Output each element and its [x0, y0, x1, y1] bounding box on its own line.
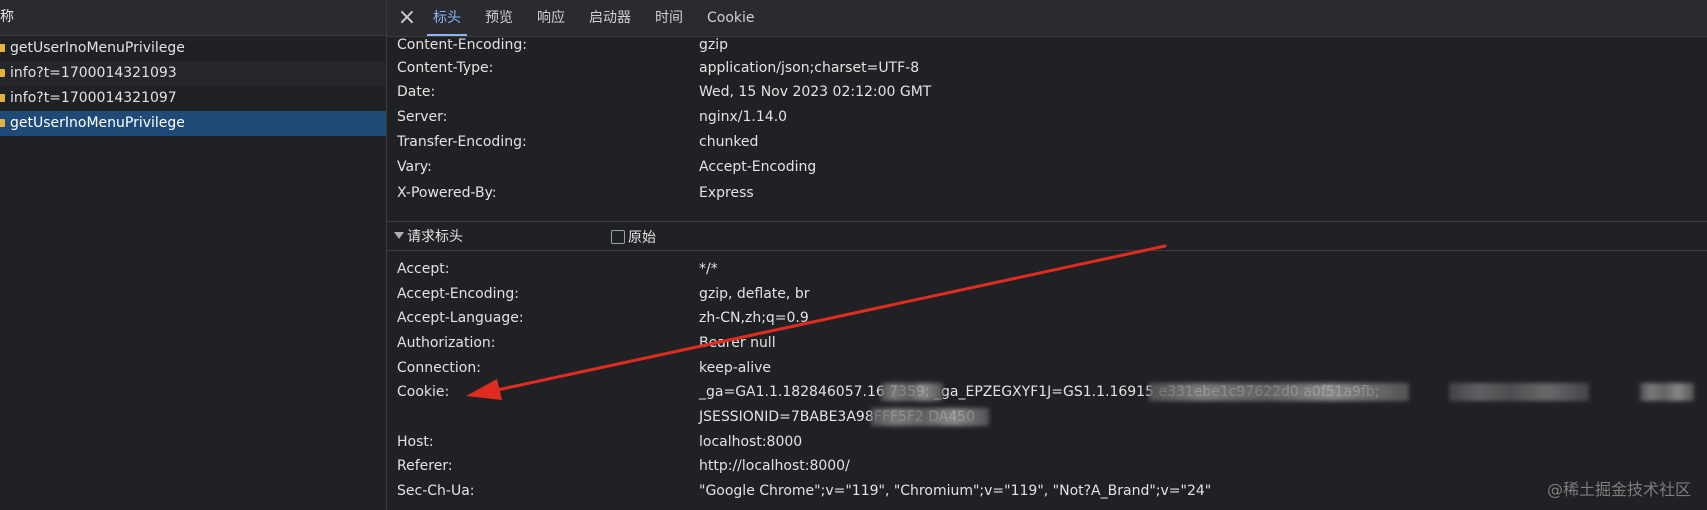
request-name: info?t=1700014321097	[10, 90, 177, 106]
header-name: Accept:	[397, 261, 450, 277]
header-value: localhost:8000	[699, 434, 803, 450]
header-value: nginx/1.14.0	[699, 109, 788, 125]
request-type-icon	[0, 69, 5, 77]
header-name: Sec-Ch-Ua:	[397, 483, 475, 499]
tab-preview[interactable]: 预览	[473, 0, 525, 36]
request-row[interactable]: getUserInoMenuPrivilege	[0, 36, 386, 61]
request-name: getUserInoMenuPrivilege	[10, 115, 185, 131]
header-name: Accept-Encoding:	[397, 286, 520, 302]
request-type-icon	[0, 94, 5, 102]
request-type-icon	[0, 44, 5, 52]
header-name: Vary:	[397, 159, 432, 175]
redaction-blur	[1449, 383, 1589, 401]
tab-timing[interactable]: 时间	[643, 0, 695, 36]
redaction-blur	[871, 408, 989, 426]
close-icon[interactable]: ×	[393, 4, 421, 32]
request-row[interactable]: info?t=1700014321093	[0, 61, 386, 86]
header-value: keep-alive	[699, 360, 772, 376]
section-title: 请求标头	[407, 229, 463, 245]
header-value: gzip, deflate, br	[699, 286, 810, 302]
redaction-blur	[1149, 383, 1409, 401]
header-value: Express	[699, 185, 754, 201]
raw-toggle[interactable]: 原始	[611, 227, 656, 247]
tab-headers[interactable]: 标头	[421, 0, 473, 36]
header-name: Content-Type:	[397, 60, 494, 76]
raw-checkbox[interactable]	[611, 230, 625, 244]
header-name: Referer:	[397, 458, 453, 474]
tab-response[interactable]: 响应	[525, 0, 577, 36]
header-value: chunked	[699, 134, 759, 150]
header-value: Accept-Encoding	[699, 159, 817, 175]
header-value: Wed, 15 Nov 2023 02:12:00 GMT	[699, 84, 932, 100]
request-headers-section-header[interactable]: 请求标头 原始	[387, 221, 1707, 251]
header-value: http://localhost:8000/	[699, 458, 850, 474]
request-row[interactable]: info?t=1700014321097	[0, 86, 386, 111]
header-name: Host:	[397, 434, 434, 450]
header-name: Transfer-Encoding:	[397, 134, 527, 150]
header-name: Server:	[397, 109, 448, 125]
header-name: Cookie:	[397, 384, 450, 400]
raw-label: 原始	[628, 230, 656, 246]
request-name: getUserInoMenuPrivilege	[10, 40, 185, 56]
header-value: gzip	[699, 37, 729, 53]
header-value: */*	[699, 261, 718, 277]
header-value: application/json;charset=UTF-8	[699, 60, 920, 76]
request-list-panel: 称 getUserInoMenuPrivilege info?t=1700014…	[0, 0, 387, 510]
header-value: zh-CN,zh;q=0.9	[699, 310, 809, 326]
header-name: Connection:	[397, 360, 481, 376]
header-value: "Google Chrome";v="119", "Chromium";v="1…	[699, 483, 1212, 499]
watermark: @稀土掘金技术社区	[1546, 480, 1691, 499]
request-type-icon	[0, 119, 5, 127]
redaction-blur	[881, 383, 943, 401]
tab-initiator[interactable]: 启动器	[577, 0, 643, 36]
header-name: Accept-Language:	[397, 310, 524, 326]
header-name: Authorization:	[397, 335, 496, 351]
details-tabbar: × 标头 预览 响应 启动器 时间 Cookie	[387, 0, 1707, 37]
collapse-triangle-icon[interactable]	[394, 232, 404, 239]
request-row-selected[interactable]: getUserInoMenuPrivilege	[0, 111, 386, 136]
request-details-panel: × 标头 预览 响应 启动器 时间 Cookie Content-Encodin…	[387, 0, 1707, 510]
tab-cookie[interactable]: Cookie	[695, 0, 767, 36]
header-name: Date:	[397, 84, 436, 100]
request-name: info?t=1700014321093	[10, 65, 177, 81]
header-name: X-Powered-By:	[397, 185, 497, 201]
redaction-blur	[1640, 383, 1694, 401]
name-column-header[interactable]: 称	[0, 0, 386, 36]
header-name: Content-Encoding:	[397, 37, 527, 53]
header-value: Bearer null	[699, 335, 776, 351]
